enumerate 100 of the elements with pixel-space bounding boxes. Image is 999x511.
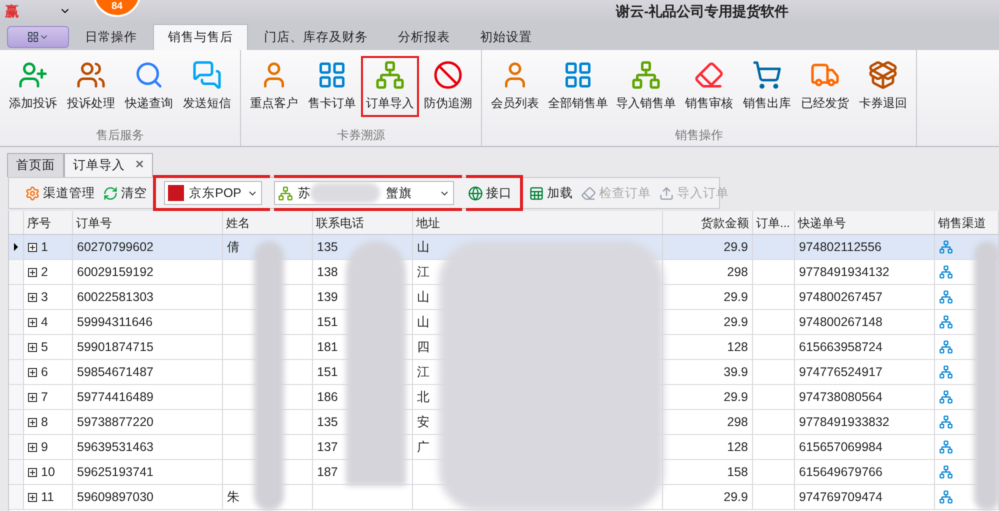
ribbon-button[interactable]: 投诉处理: [62, 56, 120, 117]
table-cell-text: 59774416489: [77, 388, 154, 406]
table-cell-text: 974738080564: [799, 388, 882, 406]
column-header[interactable]: 快递单号: [798, 214, 846, 232]
document-tab[interactable]: 订单导入: [73, 156, 125, 175]
expand-icon[interactable]: [28, 242, 37, 252]
table-cell-text: 山: [417, 288, 430, 306]
table-cell-text: 29.9: [724, 314, 748, 331]
expand-icon[interactable]: [28, 392, 37, 402]
table-cell-text: 60270799602: [77, 238, 154, 256]
network-icon: [939, 240, 953, 254]
table-cell-text: 29.9: [724, 488, 748, 506]
ribbon-button[interactable]: 发送短信: [178, 56, 236, 117]
spreadsheet-icon: [529, 186, 544, 200]
column-header[interactable]: 联系电话: [316, 214, 364, 232]
eraser-icon: [694, 60, 724, 90]
network-icon: [939, 315, 953, 329]
column-header[interactable]: 订单...: [756, 214, 790, 232]
expand-icon[interactable]: [28, 292, 37, 302]
expand-icon[interactable]: [28, 468, 37, 476]
column-header[interactable]: 序号: [27, 214, 51, 232]
ribbon-button[interactable]: 销售审核: [680, 56, 738, 117]
table-cell-text: 128: [727, 438, 748, 456]
ribbon-button[interactable]: 重点客户: [245, 56, 303, 117]
network-icon: [939, 265, 953, 279]
ribbon-tab[interactable]: 分析报表: [384, 24, 464, 50]
table-cell-text: 倩: [227, 238, 240, 256]
grid-icon: [317, 60, 347, 90]
ribbon-tab[interactable]: 日常操作: [71, 24, 151, 50]
app-menu-button[interactable]: [7, 26, 69, 48]
network-icon: [939, 465, 953, 479]
table-cell-text: 6: [41, 364, 48, 381]
ribbon-button[interactable]: 销售出库: [738, 56, 796, 117]
table-cell-text: 615649679766: [799, 464, 882, 481]
close-button[interactable]: ✕: [135, 157, 144, 174]
ribbon-tab[interactable]: 初始设置: [466, 24, 546, 50]
expand-icon[interactable]: [28, 342, 37, 352]
eraser-icon: [581, 186, 596, 200]
table-cell-text: 9778491933832: [799, 414, 890, 431]
ribbon-group-label: 售后服务: [95, 127, 145, 144]
table-cell-text: 3: [41, 288, 48, 306]
table-cell-text: 29.9: [724, 388, 748, 406]
table-cell-text: 39.9: [724, 364, 748, 381]
toolbar-button[interactable]: 渠道管理: [23, 184, 97, 202]
ribbon-group-label: 销售操作: [674, 127, 724, 144]
ribbon-button[interactable]: 快递查询: [120, 56, 178, 117]
toolbar-button[interactable]: 清空: [101, 184, 149, 202]
org-chart-icon: [278, 186, 293, 200]
shop-logo-icon: [168, 185, 184, 201]
redaction-blur: [310, 183, 380, 203]
ribbon-button[interactable]: 已经发货: [796, 56, 854, 117]
table-cell-text: 11: [41, 488, 54, 506]
expand-icon[interactable]: [28, 492, 37, 502]
ribbon-button[interactable]: 售卡订单: [303, 56, 361, 117]
column-header[interactable]: 销售渠道: [938, 214, 986, 232]
ribbon-tab[interactable]: 销售与售后: [153, 24, 248, 50]
table-cell-text: 9: [41, 438, 48, 456]
crossed-out-icon: [433, 60, 463, 90]
table-cell-text: 北: [417, 388, 430, 406]
user-add-icon: [18, 60, 48, 90]
org-chart-icon: [631, 60, 661, 90]
table-cell-text: 四: [417, 338, 430, 356]
table-cell-text: 59854671487: [77, 364, 154, 381]
table-cell-text: 128: [727, 338, 748, 356]
table-cell-text: 10: [41, 464, 55, 481]
expand-icon[interactable]: [28, 418, 37, 426]
table-cell-text: 974802112556: [799, 238, 882, 256]
cart-icon: [752, 60, 782, 90]
ribbon-group-label: 卡券溯源: [336, 127, 386, 144]
expand-icon[interactable]: [28, 318, 37, 326]
combo-box[interactable]: 苏 蟹旗: [274, 181, 454, 205]
table-cell-text: 974776524917: [799, 364, 882, 381]
users-icon: [76, 60, 106, 90]
column-header[interactable]: 地址: [416, 214, 440, 232]
ribbon-button[interactable]: 会员列表: [486, 56, 544, 117]
expand-icon[interactable]: [28, 442, 37, 452]
toolbar-button[interactable]: 加载: [527, 184, 575, 202]
column-header[interactable]: 货款金额: [701, 214, 749, 232]
ribbon-button[interactable]: 全部销售单: [544, 56, 612, 117]
ribbon-button[interactable]: 导入销售单: [612, 56, 680, 117]
combo-box[interactable]: 京东POP: [164, 181, 262, 205]
ribbon-tab[interactable]: 门店、库存及财务: [250, 24, 382, 50]
table-cell-text: 1: [41, 238, 48, 256]
ribbon-button[interactable]: 订单导入: [361, 56, 419, 117]
table-cell-text: 138: [317, 264, 338, 281]
expand-icon[interactable]: [28, 368, 37, 376]
table-cell-text: 59901874715: [77, 338, 154, 356]
ribbon-button[interactable]: 添加投诉: [4, 56, 62, 117]
ribbon-button[interactable]: 防伪追溯: [419, 56, 477, 117]
expand-icon[interactable]: [28, 268, 37, 276]
network-icon: [939, 415, 953, 429]
column-header[interactable]: 姓名: [226, 214, 250, 232]
column-header[interactable]: 订单号: [76, 214, 112, 232]
table-cell-text: 江: [417, 364, 430, 381]
ribbon-button[interactable]: 卡券退回: [854, 56, 912, 117]
search-icon: [134, 60, 164, 90]
table-cell-text: 186: [317, 388, 338, 406]
table-cell-text: 187: [317, 464, 338, 481]
app-logo: 赢: [5, 2, 19, 20]
table-cell-text: 9778491934132: [799, 264, 890, 281]
